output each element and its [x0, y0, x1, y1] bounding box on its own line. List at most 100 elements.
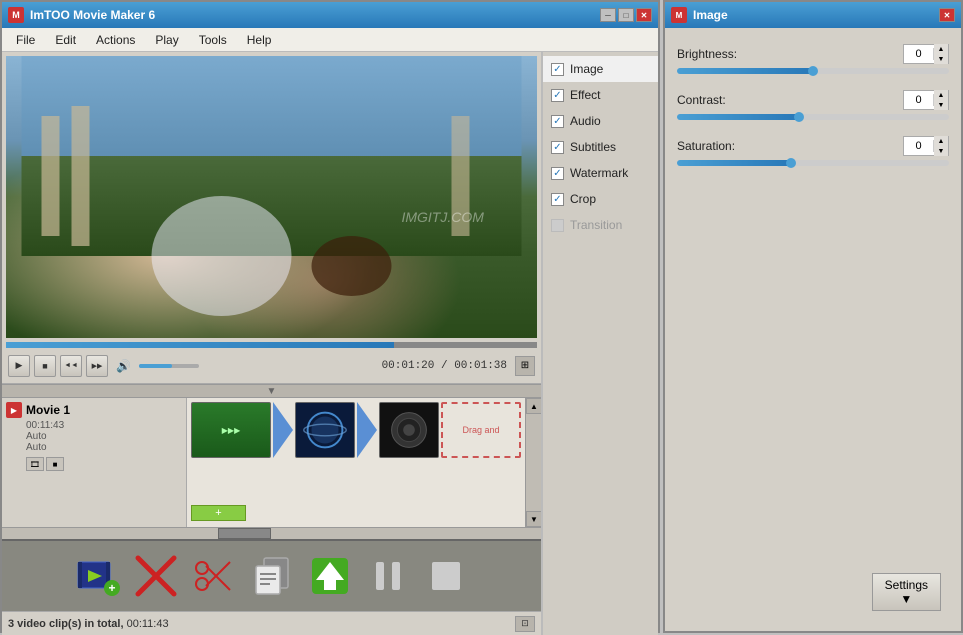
contrast-down[interactable]: ▼: [934, 100, 948, 110]
add-track-area: +: [191, 505, 246, 521]
brightness-label: Brightness:: [677, 47, 737, 61]
image-panel-title: Image: [693, 8, 728, 22]
effect-item-image[interactable]: Image: [543, 56, 658, 82]
volume-slider[interactable]: [139, 364, 199, 368]
add-video-button[interactable]: +: [73, 551, 123, 601]
image-panel-close[interactable]: ✕: [939, 8, 955, 22]
menu-tools[interactable]: Tools: [189, 30, 237, 50]
brightness-slider[interactable]: [677, 68, 949, 74]
effect-label-crop: Crop: [570, 192, 596, 206]
saturation-value: 0: [904, 140, 934, 152]
track-info1: Auto: [26, 431, 182, 442]
copy-button[interactable]: [247, 551, 297, 601]
menu-help[interactable]: Help: [237, 30, 282, 50]
collapse-handle[interactable]: ▼: [2, 384, 541, 398]
prev-button[interactable]: ◄◄: [60, 355, 82, 377]
saturation-up[interactable]: ▲: [934, 136, 948, 146]
menu-play[interactable]: Play: [145, 30, 188, 50]
effect-item-subtitles[interactable]: Subtitles: [543, 134, 658, 160]
saturation-arrows[interactable]: ▲ ▼: [934, 136, 948, 156]
effect-item-audio[interactable]: Audio: [543, 108, 658, 134]
timeline-scrollbar-v[interactable]: ▲ ▼: [525, 398, 541, 527]
menu-file[interactable]: File: [6, 30, 45, 50]
contrast-slider[interactable]: [677, 114, 949, 120]
contrast-row: Contrast: 0 ▲ ▼: [677, 90, 949, 120]
brightness-down[interactable]: ▼: [934, 54, 948, 64]
play-button[interactable]: ▶: [8, 355, 30, 377]
settings-button[interactable]: Settings ▼: [872, 573, 941, 611]
stop-button[interactable]: ■: [34, 355, 56, 377]
contrast-fill: [677, 114, 799, 120]
menu-edit[interactable]: Edit: [45, 30, 86, 50]
content-area: IMGITJ.COM ▶ ■ ◄◄ ▶▶ 🔊 00:01:20 /: [2, 52, 658, 635]
main-window: M ImTOO Movie Maker 6 ─ □ ✕ File Edit Ac…: [0, 0, 660, 633]
export-button[interactable]: [305, 551, 355, 601]
video-frame: IMGITJ.COM: [6, 56, 537, 338]
timeline-scrollbar-h[interactable]: [2, 527, 541, 539]
scrollbar-thumb[interactable]: [218, 528, 272, 539]
close-button[interactable]: ✕: [636, 8, 652, 22]
saturation-slider[interactable]: [677, 160, 949, 166]
contrast-label: Contrast:: [677, 93, 726, 107]
transport-bar: ▶ ■ ◄◄ ▶▶ 🔊 00:01:20 / 00:01:38 ⊞: [2, 348, 541, 384]
menu-actions[interactable]: Actions: [86, 30, 145, 50]
saturation-thumb[interactable]: [786, 158, 796, 168]
settings-label: Settings ▼: [885, 578, 928, 606]
image-settings-panel: M Image ✕ Brightness: 0 ▲ ▼: [663, 0, 963, 633]
clip-item-1[interactable]: ▶▶▶: [191, 402, 271, 458]
effects-sidebar: Image Effect Audio Subtitles Watermark C…: [541, 52, 658, 635]
image-panel-icon: M: [671, 7, 687, 23]
video-panel: IMGITJ.COM ▶ ■ ◄◄ ▶▶ 🔊 00:01:20 /: [2, 52, 541, 635]
effect-checkbox-audio[interactable]: [551, 115, 564, 128]
effect-checkbox-watermark[interactable]: [551, 167, 564, 180]
track-color-icon[interactable]: ■: [46, 457, 64, 471]
effect-item-watermark[interactable]: Watermark: [543, 160, 658, 186]
brightness-thumb[interactable]: [808, 66, 818, 76]
scroll-up-btn[interactable]: ▲: [526, 398, 541, 414]
minimize-button[interactable]: ─: [600, 8, 616, 22]
contrast-arrows[interactable]: ▲ ▼: [934, 90, 948, 110]
timeline-wrapper: ▶ Movie 1 00:11:43 Auto Auto 🎞 ■: [2, 398, 541, 539]
effect-checkbox-subtitles[interactable]: [551, 141, 564, 154]
track-area: ▶▶▶: [187, 398, 525, 527]
clip-item-2[interactable]: [295, 402, 355, 458]
effect-checkbox-effect[interactable]: [551, 89, 564, 102]
pause-button[interactable]: [363, 551, 413, 601]
menu-bar: File Edit Actions Play Tools Help: [2, 28, 658, 52]
volume-fill: [139, 364, 172, 368]
brightness-arrows[interactable]: ▲ ▼: [934, 44, 948, 64]
effect-checkbox-image[interactable]: [551, 63, 564, 76]
stop-button-toolbar[interactable]: [421, 551, 471, 601]
video-preview: IMGITJ.COM: [6, 56, 537, 338]
remove-button[interactable]: [131, 551, 181, 601]
effect-label-image: Image: [570, 62, 603, 76]
window-controls: ─ □ ✕: [600, 8, 652, 22]
clip-item-3[interactable]: [379, 402, 439, 458]
drag-drop-area[interactable]: Drag and: [441, 402, 521, 458]
maximize-button[interactable]: □: [618, 8, 634, 22]
saturation-down[interactable]: ▼: [934, 146, 948, 156]
effect-item-effect[interactable]: Effect: [543, 82, 658, 108]
next-button[interactable]: ▶▶: [86, 355, 108, 377]
add-track-button[interactable]: +: [191, 505, 246, 521]
expand-button[interactable]: ⊞: [515, 356, 535, 376]
transition-2: [357, 402, 377, 458]
time-display: 00:01:20 / 00:01:38: [382, 360, 507, 372]
effect-item-transition[interactable]: Transition: [543, 212, 658, 238]
effect-checkbox-crop[interactable]: [551, 193, 564, 206]
track-info2: Auto: [26, 442, 182, 453]
effect-checkbox-transition[interactable]: [551, 219, 564, 232]
status-bar: 3 video clip(s) in total, 00:11:43 ⊡: [2, 611, 541, 635]
image-panel-controls: ✕: [939, 8, 955, 22]
status-icon[interactable]: ⊡: [515, 616, 535, 632]
split-button[interactable]: [189, 551, 239, 601]
effect-item-crop[interactable]: Crop: [543, 186, 658, 212]
brightness-up[interactable]: ▲: [934, 44, 948, 54]
window-title: ImTOO Movie Maker 6: [30, 8, 600, 22]
contrast-thumb[interactable]: [794, 112, 804, 122]
track-filmstrip-icon[interactable]: 🎞: [26, 457, 44, 471]
collapse-arrow: ▼: [267, 386, 277, 397]
image-panel-content: Brightness: 0 ▲ ▼ Contrast: 0: [665, 28, 961, 198]
scroll-down-btn[interactable]: ▼: [526, 511, 541, 527]
contrast-up[interactable]: ▲: [934, 90, 948, 100]
